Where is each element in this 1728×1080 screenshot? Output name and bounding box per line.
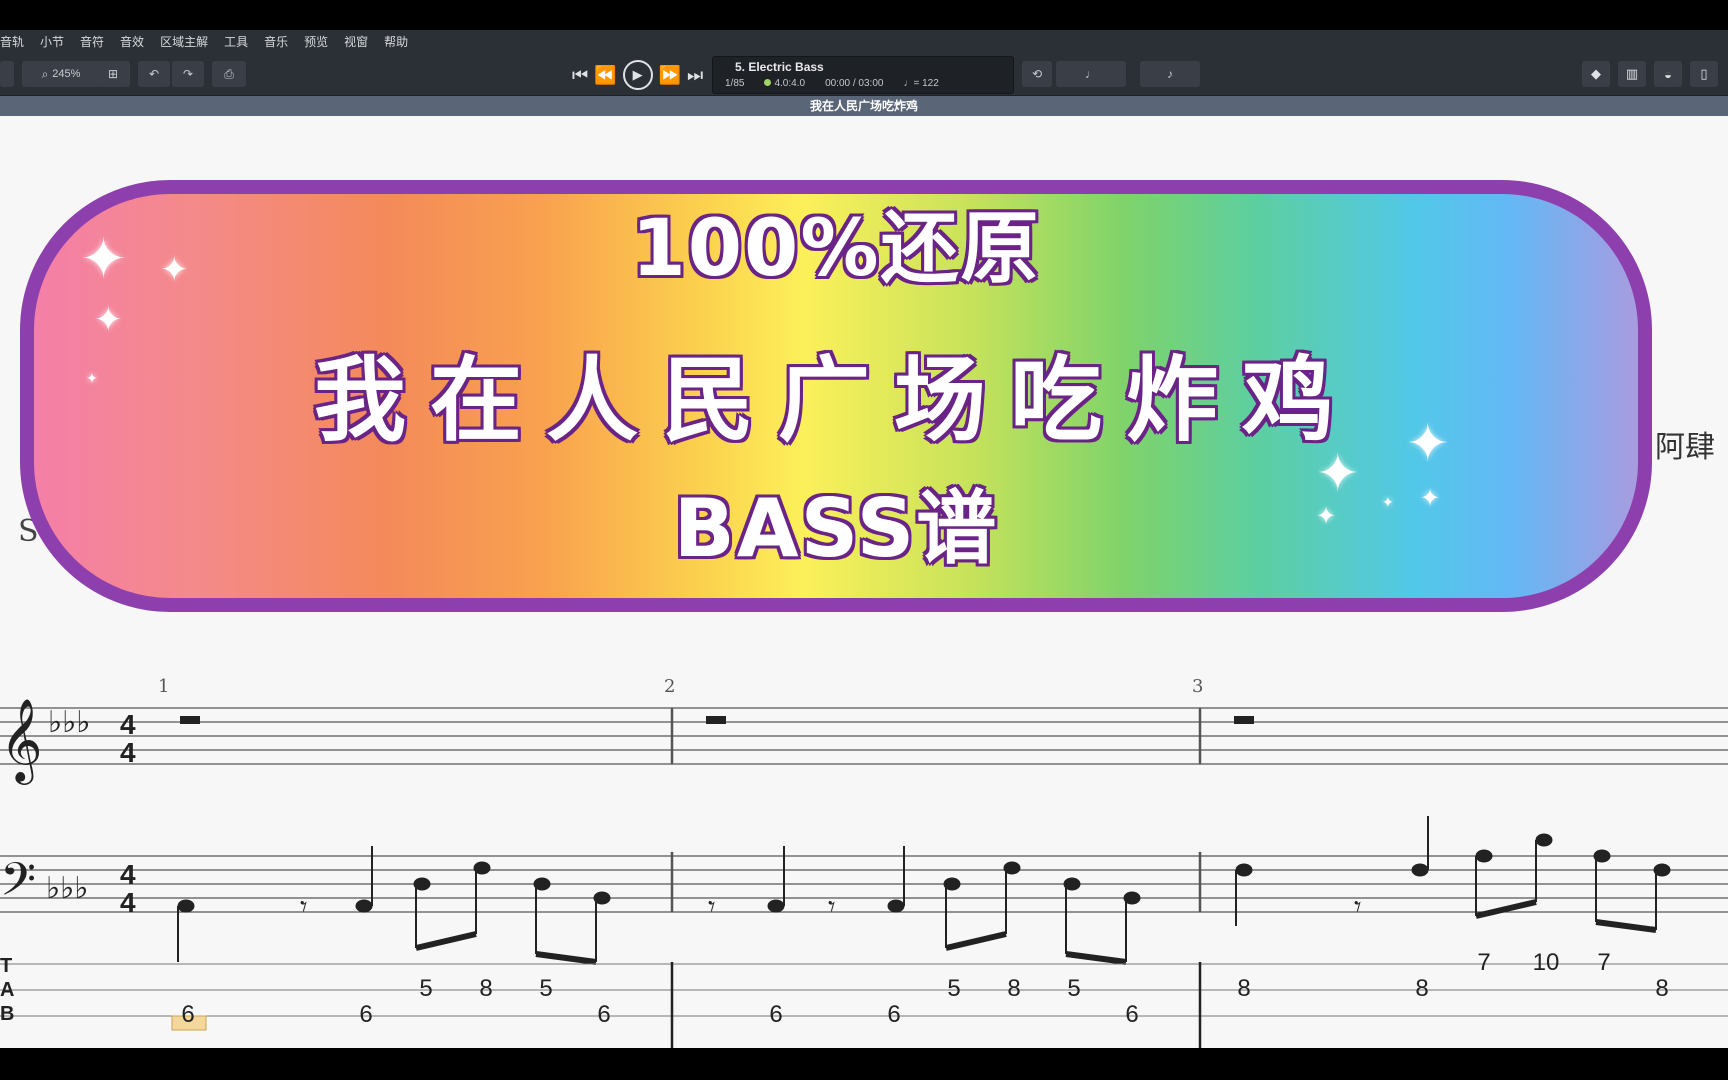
eighth-rest: 𝄾: [828, 891, 835, 922]
menu-section[interactable]: 区域主解: [160, 33, 208, 50]
play-button[interactable]: ▶: [622, 60, 653, 90]
time-sig-bottom: 4: [120, 737, 136, 768]
treble-clef-icon: 𝄞: [0, 697, 43, 785]
tab-staff: [0, 962, 1728, 1048]
tab-label: B: [0, 1003, 14, 1025]
fast-forward-icon[interactable]: ⏩: [659, 65, 681, 86]
menu-bar: 音轨 小节 音符 音效 区域主解 工具 音乐 预览 视窗 帮助: [0, 30, 1728, 52]
tempo-readout: ♩= 122: [903, 78, 939, 89]
svg-text:7: 7: [1477, 949, 1490, 976]
svg-text:5: 5: [539, 975, 552, 1002]
zoom-value: 245%: [52, 68, 81, 80]
menu-preview[interactable]: 预览: [304, 33, 328, 50]
panel-toggle-button[interactable]: [0, 61, 14, 87]
menu-track[interactable]: 音轨: [0, 33, 24, 50]
loop-icon: ⟲: [1031, 67, 1043, 81]
tuner-control[interactable]: ♪: [1140, 61, 1200, 87]
print-icon: ⎙: [224, 66, 234, 81]
print-button[interactable]: ⎙: [212, 61, 246, 87]
tab-label: T: [0, 955, 12, 977]
view-tools: ◆ ▥ ◒ ▯: [1582, 61, 1718, 87]
menu-sound[interactable]: 音乐: [264, 33, 288, 50]
bass-staff: [0, 852, 1728, 913]
svg-text:5: 5: [419, 975, 432, 1002]
menu-view[interactable]: 视窗: [344, 33, 368, 50]
time-sig-top: 4: [120, 859, 136, 890]
redo-button[interactable]: ↷: [172, 61, 204, 87]
svg-text:6: 6: [359, 1001, 372, 1028]
toolbar: ⌕ 245% ⊞ ↶ ↷ ⎙ ⏮ ⏪ ▶ ⏩ ⏭ 5. Electric Bas…: [0, 52, 1728, 96]
svg-text:6: 6: [1125, 1001, 1138, 1028]
menu-bar-measure[interactable]: 小节: [40, 33, 64, 50]
svg-text:6: 6: [597, 1001, 610, 1028]
svg-text:5: 5: [947, 975, 960, 1002]
key-signature: ♭♭♭: [48, 705, 90, 740]
eighth-rest: 𝄾: [300, 891, 307, 922]
measure-number: 1: [158, 676, 169, 697]
piano-icon: ▥: [1625, 66, 1639, 81]
track-name[interactable]: 5. Electric Bass: [735, 60, 824, 74]
menu-note[interactable]: 音符: [80, 33, 104, 50]
undo-icon: ↶: [148, 67, 160, 81]
time-readout: 00:00 / 03:00: [825, 78, 884, 89]
layout-icon: ⊞: [107, 67, 119, 81]
svg-text:10: 10: [1533, 949, 1560, 976]
eighth-rest: 𝄾: [1354, 891, 1361, 922]
undo-button[interactable]: ↶: [138, 61, 170, 87]
skip-end-icon[interactable]: ⏭: [687, 65, 703, 86]
redo-icon: ↷: [182, 67, 194, 81]
transport-controls: ⏮ ⏪ ▶ ⏩ ⏭: [572, 60, 703, 90]
treble-staff: [0, 707, 1728, 765]
zoom-control[interactable]: ⌕ 245%: [22, 61, 100, 87]
pick-icon: ♪: [1167, 67, 1173, 81]
layout-button[interactable]: ⊞: [96, 61, 130, 87]
signature-readout: 4.0:4.0: [764, 78, 805, 89]
whole-rest: [706, 716, 726, 724]
guitar-icon: ◆: [1591, 66, 1601, 81]
video-frame: 音轨 小节 音符 音效 区域主解 工具 音乐 预览 视窗 帮助 ⌕ 245% ⊞…: [0, 0, 1728, 1080]
menu-tools[interactable]: 工具: [224, 33, 248, 50]
menu-help[interactable]: 帮助: [384, 33, 408, 50]
svg-text:7: 7: [1597, 949, 1610, 976]
svg-text:6: 6: [769, 1001, 782, 1028]
search-icon: ⌕: [41, 66, 49, 81]
guitar-view-button[interactable]: ◆: [1582, 61, 1610, 87]
whole-rest: [1234, 716, 1254, 724]
loop-button[interactable]: ⟲: [1022, 61, 1052, 87]
piano-view-button[interactable]: ▥: [1618, 61, 1646, 87]
bass-notes: 𝄾 𝄾 𝄾 𝄾: [177, 816, 1671, 965]
svg-text:5: 5: [1067, 975, 1080, 1002]
menu-effects[interactable]: 音效: [120, 33, 144, 50]
svg-text:6: 6: [887, 1001, 900, 1028]
score-page: 阿肆 S 100%还原 我在人民广场吃炸鸡 BASS谱 ✦ ✦ ✦ ✦ ✦ ✦ …: [0, 116, 1728, 1048]
time-sig-top: 4: [120, 709, 136, 740]
measure-number: 3: [1192, 676, 1203, 697]
svg-text:8: 8: [1237, 975, 1250, 1002]
whole-rest: [180, 716, 200, 724]
bass-clef-icon: 𝄢: [0, 853, 36, 918]
lcd-display: 5. Electric Bass 1/85 4.0:4.0 00:00 / 03…: [712, 56, 1014, 94]
svg-text:6: 6: [181, 1001, 194, 1028]
panel-right-button[interactable]: ▯: [1690, 61, 1718, 87]
skip-start-icon[interactable]: ⏮: [572, 65, 588, 86]
svg-text:8: 8: [1655, 975, 1668, 1002]
document-title: 我在人民广场吃炸鸡: [0, 96, 1728, 116]
key-signature: ♭♭♭: [46, 871, 88, 906]
time-sig-bottom: 4: [120, 887, 136, 918]
drum-icon: ◒: [1664, 66, 1672, 82]
note-icon: ♩: [1085, 67, 1097, 81]
rewind-icon[interactable]: ⏪: [594, 65, 616, 86]
speed-control[interactable]: ♩: [1056, 61, 1126, 87]
panel-icon: ▯: [1700, 66, 1708, 81]
notation-canvas: 𝄞 ♭♭♭ 4 4 1 2 3 𝄢 ♭♭♭ 4 4 𝄾 𝄾 𝄾 𝄾 T A B …: [0, 676, 1728, 1048]
guitar-pro-window: 音轨 小节 音符 音效 区域主解 工具 音乐 预览 视窗 帮助 ⌕ 245% ⊞…: [0, 30, 1728, 1048]
tab-label: A: [0, 979, 14, 1001]
svg-text:8: 8: [1415, 975, 1428, 1002]
svg-text:8: 8: [1007, 975, 1020, 1002]
eighth-rest: 𝄾: [708, 891, 715, 922]
bar-position: 1/85: [725, 78, 745, 89]
svg-text:8: 8: [479, 975, 492, 1002]
drum-view-button[interactable]: ◒: [1654, 61, 1682, 87]
measure-number: 2: [664, 676, 675, 697]
